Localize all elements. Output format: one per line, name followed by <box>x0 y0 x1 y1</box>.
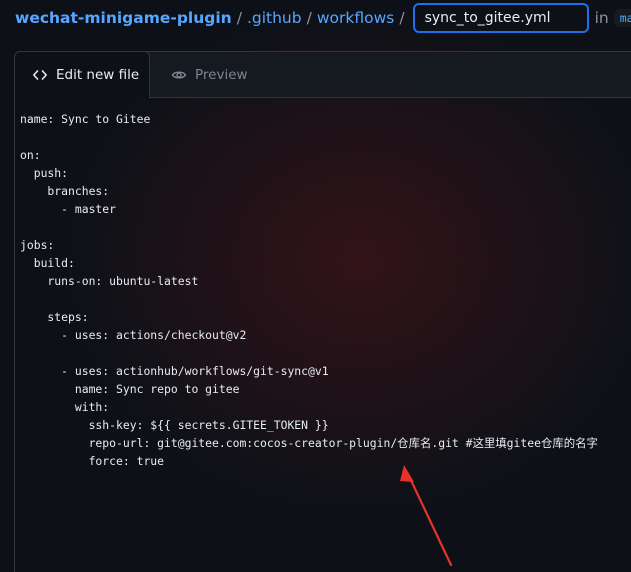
annotation-arrow <box>400 465 453 567</box>
editor-page: wechat-minigame-plugin / .github / workf… <box>0 0 631 572</box>
